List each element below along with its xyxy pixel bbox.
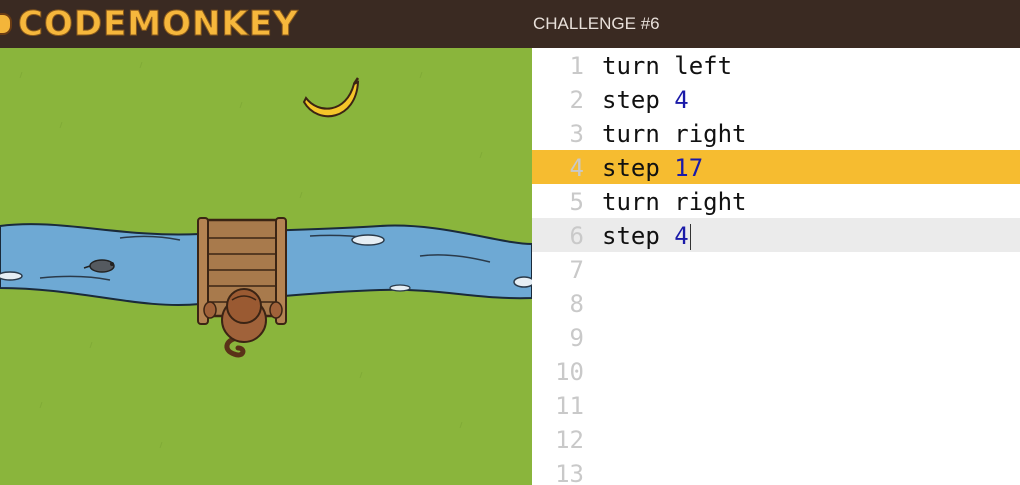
line-number: 13 <box>555 460 584 485</box>
line-number: 2 <box>569 86 584 114</box>
code-line[interactable]: 8 <box>532 286 1020 320</box>
code-text[interactable]: turn right <box>602 184 747 218</box>
line-number: 5 <box>569 188 584 216</box>
command-token: step <box>602 86 675 114</box>
coin-icon <box>0 13 12 35</box>
line-number: 12 <box>555 426 584 454</box>
line-number: 6 <box>569 222 584 250</box>
rock-icon <box>0 271 23 281</box>
line-number: 8 <box>569 290 584 318</box>
line-number: 3 <box>569 120 584 148</box>
rock-icon <box>513 276 532 288</box>
rock-icon <box>351 234 385 246</box>
code-text[interactable]: step 17 <box>602 150 703 184</box>
rock-icon <box>389 284 411 292</box>
command-token: turn left <box>602 52 733 80</box>
number-token: 17 <box>674 154 704 182</box>
challenge-title: CHALLENGE #6 <box>533 14 660 33</box>
code-line[interactable]: 1 turn left <box>532 48 1020 82</box>
top-bar: CODEMONKEY CHALLENGE #6 <box>0 0 1020 48</box>
code-text[interactable]: step 4 <box>602 218 691 252</box>
text-cursor <box>689 224 691 250</box>
code-line-active[interactable]: 4 step 17 <box>532 150 1020 184</box>
command-token: turn right <box>602 120 747 148</box>
code-line[interactable]: 3 turn right <box>532 116 1020 150</box>
code-line[interactable]: 10 <box>532 354 1020 388</box>
code-editor[interactable]: 1 turn left 2 step 4 3 turn right 4 step… <box>532 48 1020 485</box>
game-canvas <box>0 48 532 485</box>
line-number: 4 <box>569 154 584 182</box>
line-number: 7 <box>569 256 584 284</box>
line-number: 1 <box>569 52 584 80</box>
code-line-cursor[interactable]: 6 step 4 <box>532 218 1020 252</box>
number-token: 4 <box>674 86 689 114</box>
code-line[interactable]: 9 <box>532 320 1020 354</box>
command-token: step <box>602 222 675 250</box>
logo-text: CODEMONKEY <box>18 4 299 45</box>
line-number: 10 <box>555 358 584 386</box>
code-line[interactable]: 12 <box>532 422 1020 456</box>
codemonkey-logo[interactable]: CODEMONKEY <box>0 2 299 46</box>
code-text[interactable]: turn left <box>602 48 732 82</box>
game-scene <box>0 48 532 485</box>
number-token: 4 <box>674 222 689 250</box>
code-line[interactable]: 5 turn right <box>532 184 1020 218</box>
code-text[interactable]: turn right <box>602 116 747 150</box>
code-line[interactable]: 2 step 4 <box>532 82 1020 116</box>
line-number: 9 <box>569 324 584 352</box>
code-text[interactable]: step 4 <box>602 82 689 116</box>
command-token: step <box>602 154 675 182</box>
code-line[interactable]: 11 <box>532 388 1020 422</box>
code-line[interactable]: 13 <box>532 456 1020 485</box>
command-token: turn right <box>602 188 747 216</box>
line-number: 11 <box>555 392 584 420</box>
code-line[interactable]: 7 <box>532 252 1020 286</box>
